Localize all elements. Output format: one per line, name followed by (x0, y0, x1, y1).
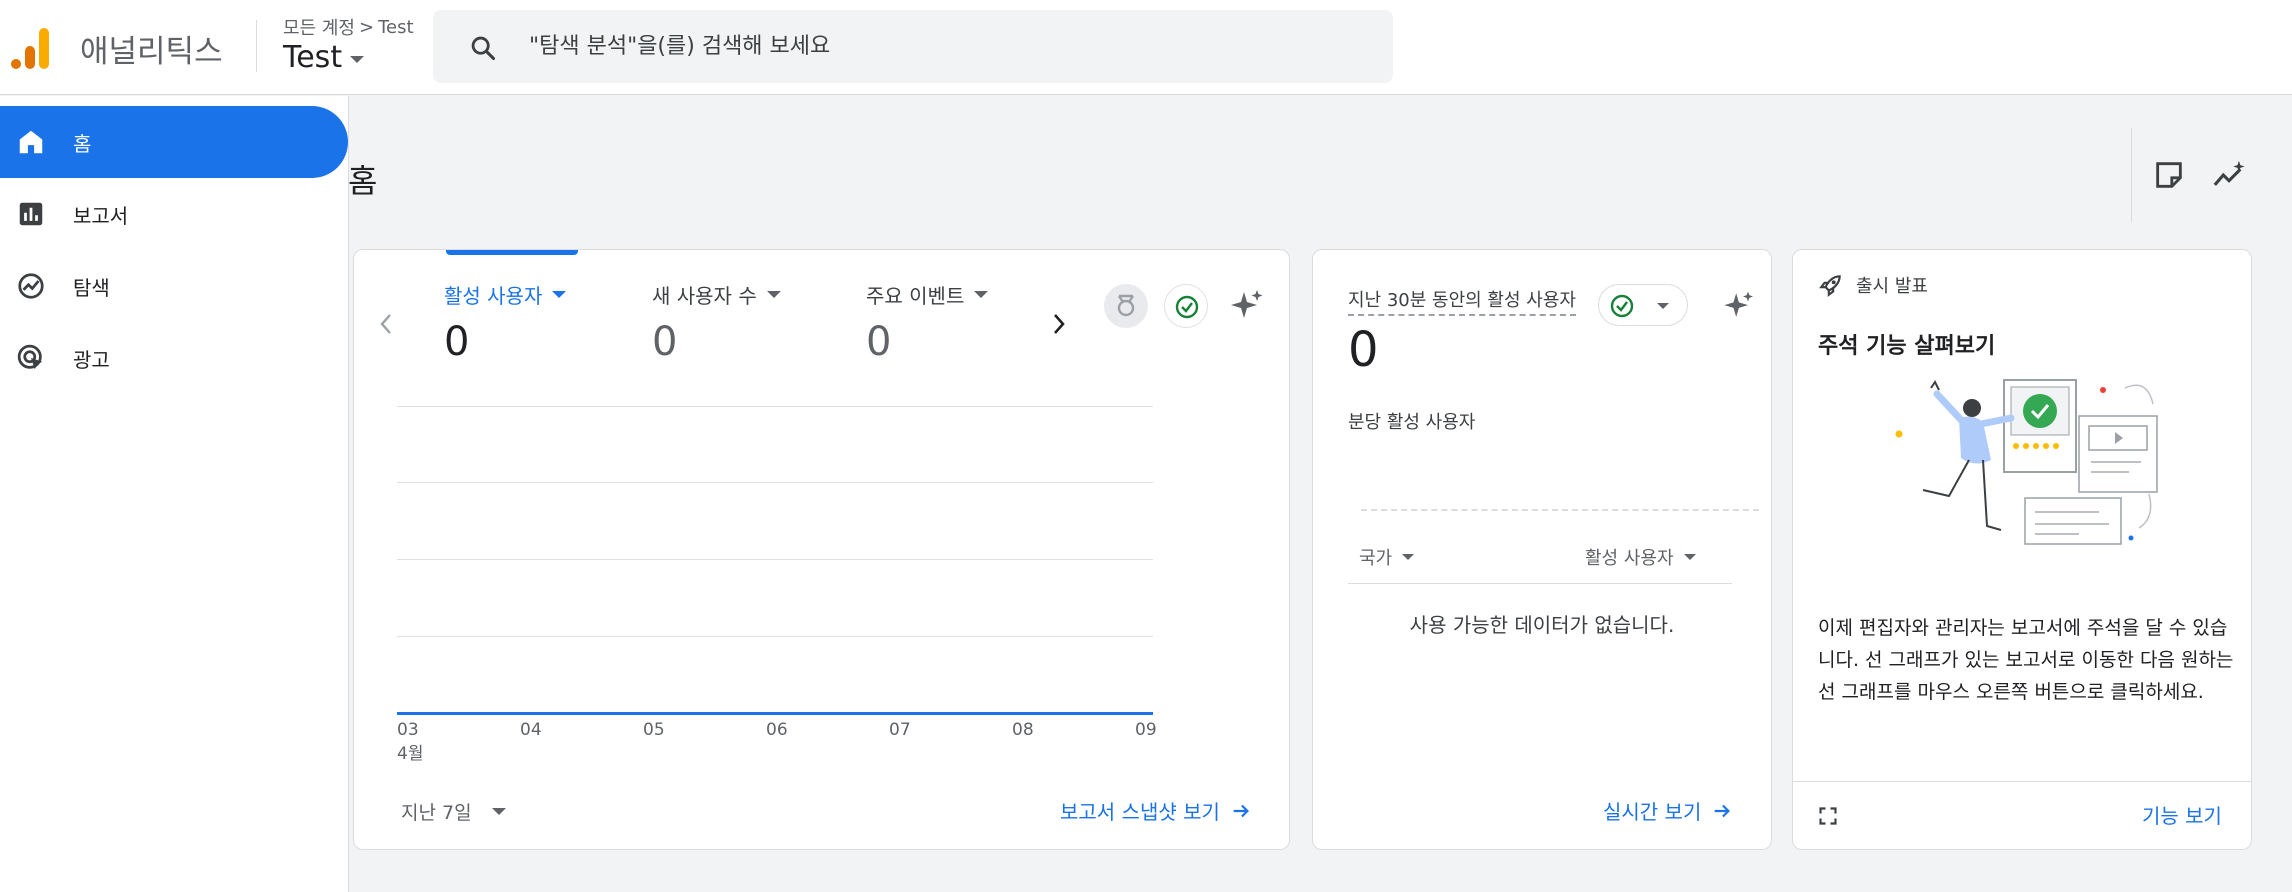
chart-gridline (397, 406, 1153, 407)
advertising-icon (17, 344, 43, 370)
chevron-down-icon (1683, 554, 1696, 560)
status-check-button[interactable] (1164, 284, 1208, 328)
chevron-right-icon[interactable] (1047, 309, 1071, 339)
view-realtime-link[interactable]: 실시간 보기 (1603, 796, 1733, 825)
chart-gridline (397, 559, 1153, 560)
breadcrumb[interactable]: 모든 계정 > Test (283, 14, 414, 40)
metric-new-users[interactable]: 새 사용자 수 0 (652, 280, 781, 365)
link-label: 보고서 스냅샷 보기 (1060, 800, 1220, 824)
release-header-label: 출시 발표 (1856, 276, 1928, 297)
bar-chart-icon (19, 202, 43, 226)
sidebar-item-reports[interactable]: 보고서 (0, 178, 348, 250)
annotation-illustration (1895, 379, 2158, 545)
chart-x-tick: 09 (1135, 720, 1157, 740)
search-icon (471, 36, 496, 61)
date-range-selector[interactable]: 지난 7일 (401, 798, 506, 825)
release-header: 출시 발표 (1818, 272, 1928, 298)
sidebar-item-explore[interactable]: 탐색 (0, 250, 348, 322)
active-tab-indicator (446, 250, 578, 255)
search-input[interactable]: "탐색 분석"을(를) 검색해 보세요 (529, 10, 830, 83)
sidebar-item-label: 홈 (73, 131, 92, 156)
view-feature-link[interactable]: 기능 보기 (2142, 800, 2222, 829)
release-card: 출시 발표 주석 기능 살펴보기 이제 편집자와 관리자는 보고서에 주석을 달… (1792, 249, 2252, 850)
top-header: 애널리틱스 모든 계정 > Test Test "탐색 분석"을(를) 검색해 … (0, 0, 2292, 95)
chart-x-tick: 07 (889, 720, 911, 740)
metric-active-users[interactable]: 활성 사용자 0 (444, 280, 567, 365)
column-label: 국가 (1359, 548, 1393, 569)
fullscreen-icon[interactable] (1818, 806, 1838, 826)
realtime-chart-baseline (1361, 509, 1759, 511)
chart-gridline (397, 482, 1153, 483)
release-title: 주석 기능 살펴보기 (1818, 334, 1996, 359)
sparkle-icon[interactable] (1224, 284, 1268, 328)
home-icon (19, 130, 43, 154)
metric-label: 주요 이벤트 (866, 280, 989, 309)
breadcrumb-child[interactable]: Test (378, 17, 413, 38)
sidebar: 홈 보고서 탐색 광고 (0, 96, 349, 892)
page-title: 홈 (348, 162, 378, 200)
sidebar-item-label: 보고서 (73, 203, 129, 228)
check-circle-icon (1175, 295, 1199, 319)
sidebar-item-label: 광고 (73, 347, 110, 372)
toolbar-divider (2131, 128, 2132, 222)
chevron-down-icon (491, 808, 506, 815)
release-description: 이제 편집자와 관리자는 보고서에 주석을 달 수 있습니다. 선 그래프가 있… (1818, 617, 2234, 703)
account-selector[interactable]: Test (283, 40, 365, 75)
metric-key-events[interactable]: 주요 이벤트 0 (866, 280, 989, 365)
table-divider (1348, 583, 1732, 584)
realtime-card: 지난 30분 동안의 활성 사용자 0 분당 활성 사용자 국가 활성 사용자 … (1312, 249, 1772, 850)
chart-x-tick: 04 (520, 720, 542, 740)
medal-icon (1117, 294, 1135, 317)
realtime-title[interactable]: 지난 30분 동안의 활성 사용자 (1348, 286, 1576, 316)
chart-series-line (397, 712, 1153, 715)
explore-icon (18, 273, 44, 299)
insights-icon[interactable] (2212, 158, 2246, 192)
metric-label: 활성 사용자 (444, 280, 567, 309)
card-divider (1793, 781, 2251, 782)
link-label: 기능 보기 (2142, 804, 2222, 828)
analytics-logo[interactable] (10, 26, 52, 70)
arrow-right-icon (1233, 804, 1249, 817)
column-label: 활성 사용자 (1585, 548, 1674, 569)
annotation-icon[interactable] (2152, 158, 2186, 192)
badge-button[interactable] (1104, 284, 1148, 328)
chevron-down-icon (350, 56, 365, 63)
rocket-icon (1819, 275, 1841, 297)
sidebar-item-advertising[interactable]: 광고 (0, 322, 348, 394)
view-report-snapshot-link[interactable]: 보고서 스냅샷 보기 (1060, 796, 1252, 825)
metric-value: 0 (652, 319, 678, 365)
link-label: 실시간 보기 (1603, 800, 1702, 824)
metric-value: 0 (444, 319, 470, 365)
account-name: Test (283, 40, 343, 75)
overview-card: 활성 사용자 0 새 사용자 수 0 주요 이벤트 0 03 04 05 06 … (353, 249, 1290, 850)
no-data-message: 사용 가능한 데이터가 없습니다. (1409, 613, 1675, 637)
date-range-label: 지난 7일 (401, 802, 472, 824)
sidebar-item-home[interactable]: 홈 (0, 106, 348, 178)
app-name: 애널리틱스 (80, 34, 223, 70)
realtime-subtitle: 분당 활성 사용자 (1348, 412, 1476, 433)
metric-label: 새 사용자 수 (652, 280, 781, 309)
chart-x-month-label: 4월 (397, 744, 424, 764)
chart-x-tick: 08 (1012, 720, 1034, 740)
column-active-users[interactable]: 활성 사용자 (1585, 544, 1696, 570)
header-divider (256, 20, 257, 72)
chart-x-tick: 03 (397, 720, 419, 740)
chart-x-tick: 06 (766, 720, 788, 740)
breadcrumb-separator: > (358, 16, 375, 38)
breadcrumb-parent[interactable]: 모든 계정 (283, 14, 355, 40)
realtime-value: 0 (1348, 322, 1379, 378)
chart-gridline (397, 636, 1153, 637)
arrow-right-icon (1715, 804, 1731, 817)
search-bar[interactable]: "탐색 분석"을(를) 검색해 보세요 (433, 10, 1393, 83)
chevron-down-icon (1402, 554, 1415, 560)
realtime-status-chip[interactable] (1598, 284, 1688, 326)
check-circle-icon (1610, 294, 1669, 318)
chevron-left-icon[interactable] (374, 309, 398, 339)
column-country[interactable]: 국가 (1359, 544, 1415, 570)
metric-value: 0 (866, 319, 892, 365)
sparkle-icon[interactable] (1718, 286, 1758, 326)
sidebar-item-label: 탐색 (73, 275, 110, 300)
chart-x-tick: 05 (643, 720, 665, 740)
